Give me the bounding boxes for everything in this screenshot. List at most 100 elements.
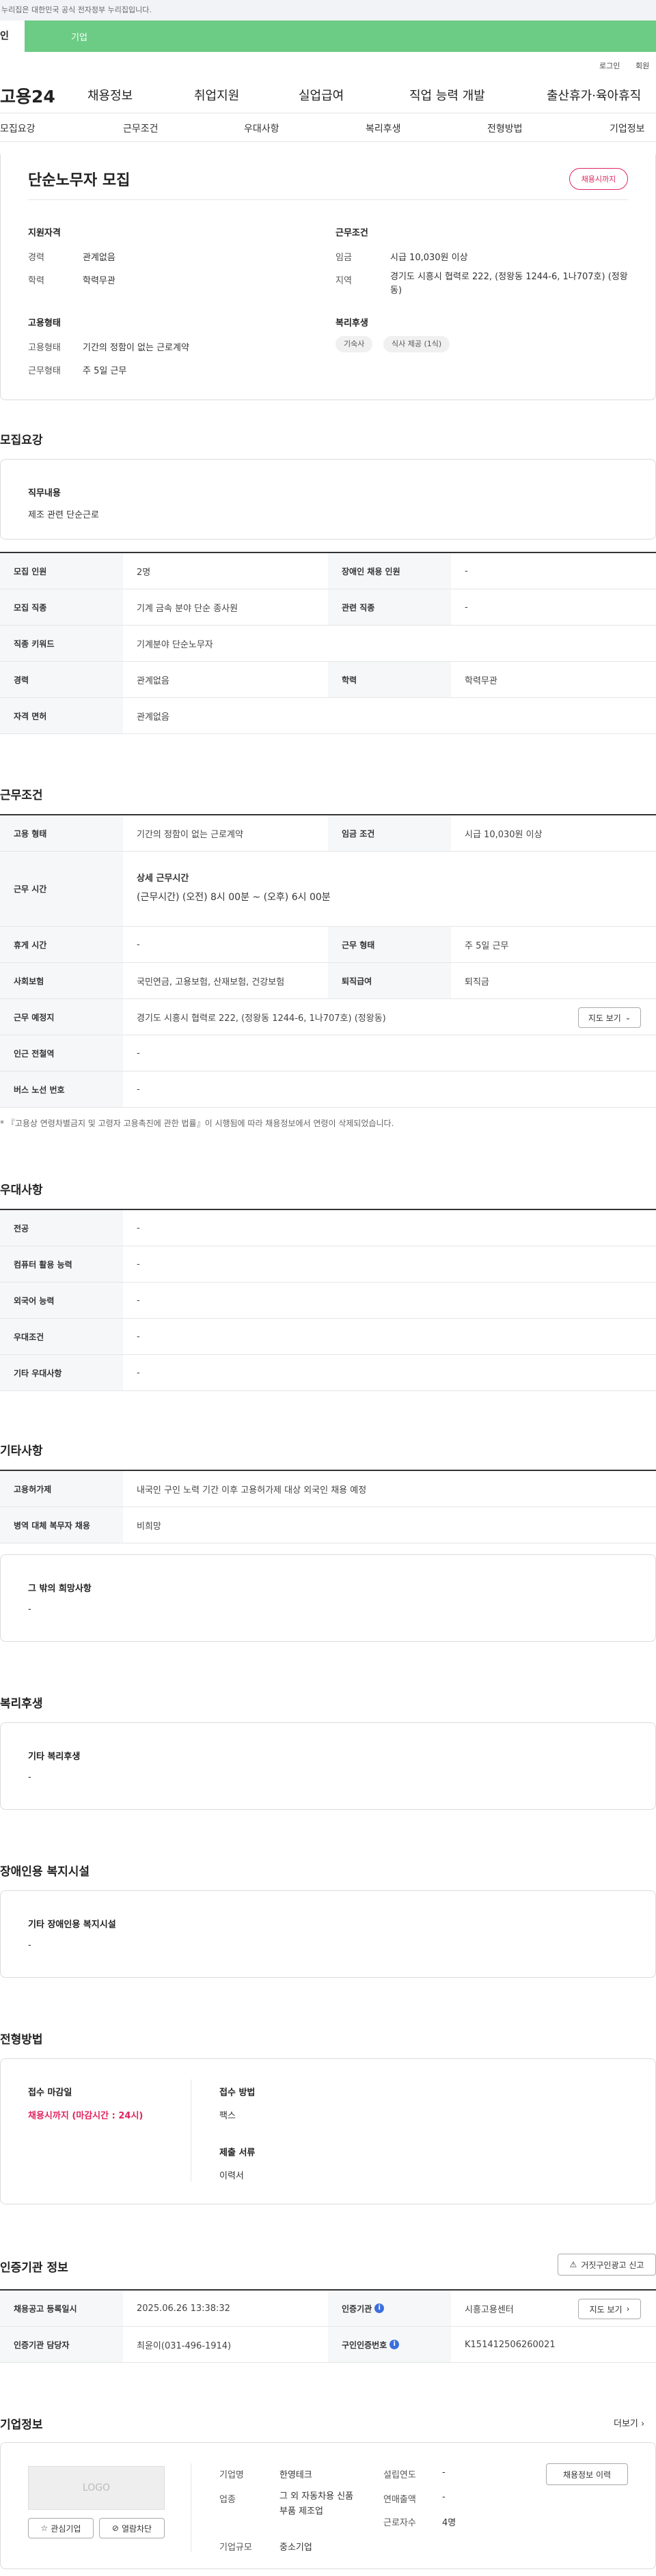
table-row: 채용공고 등록일시 2025.06.26 13:38:32 인증기관 i 시흥고용센… xyxy=(0,2291,656,2327)
row-header: 구인인증번호 i xyxy=(328,2327,451,2362)
row-value: 2명 xyxy=(137,567,151,578)
gnb-item[interactable]: 직업 능력 개발 xyxy=(409,86,485,104)
row-value: - xyxy=(137,939,140,950)
welfare-value: - xyxy=(28,1772,31,1782)
table-row: 근무 시간 상세 근무시간 (근무시간) (오전) 8시 00분 ~ (오후) … xyxy=(0,852,656,927)
star-icon: ☆ xyxy=(40,2523,49,2533)
row-value: - xyxy=(137,1222,140,1233)
agency-map-button[interactable]: 지도 보기 › xyxy=(578,2299,641,2319)
row-header: 근무 형태 xyxy=(328,927,451,962)
row-value: - xyxy=(137,1084,140,1095)
employment-type-label: 고용형태 xyxy=(28,343,61,353)
favorite-company-button[interactable]: ☆ 관심기업 xyxy=(28,2518,94,2538)
row-value: - xyxy=(465,565,468,576)
table-row: 사회보험 국민연금, 고용보험, 산재보험, 건강보험 퇴직급여 퇴직금 xyxy=(0,963,656,999)
table-row: 버스 노선 번호 - xyxy=(0,1072,656,1108)
employees-label: 근로자수 xyxy=(383,2518,416,2528)
tab-company[interactable]: 기업 xyxy=(25,20,656,52)
site-logo[interactable]: 고용24 xyxy=(0,83,55,108)
row-header: 병역 대체 복무자 채용 xyxy=(0,1507,123,1543)
map-view-label: 지도 보기 xyxy=(588,1013,621,1023)
row-value: 관계없음 xyxy=(137,712,169,723)
row-value: - xyxy=(137,1367,140,1378)
gnb-item[interactable]: 취업지원 xyxy=(194,86,239,104)
duty-label: 직무내용 xyxy=(28,488,61,499)
row-value: 관계없음 xyxy=(137,675,169,686)
welfare-tag: 기숙사 xyxy=(336,336,373,352)
work-type-label: 근무형태 xyxy=(28,366,61,376)
row-header: 버스 노선 번호 xyxy=(0,1072,123,1107)
row-value: 경기도 시흥시 협력로 222, (정왕동 1244-6, 1나707호) (정… xyxy=(137,1013,386,1024)
map-view-label: 지도 보기 xyxy=(589,2304,623,2314)
favorite-label: 관심기업 xyxy=(51,2523,81,2534)
login-link[interactable]: 로그인 xyxy=(599,60,620,71)
info-icon[interactable]: i xyxy=(374,2304,385,2313)
table-row: 우대조건 - xyxy=(0,1319,656,1355)
gnb-item[interactable]: 실업급여 xyxy=(299,86,344,104)
hiring-history-button[interactable]: 채용정보 이력 xyxy=(546,2463,628,2485)
company-card: LOGO ☆ 관심기업 ⊘ 열람차단 기업명 한영테크 업종 그 외 자동차용 신품… xyxy=(0,2442,656,2569)
other-wish-value: - xyxy=(28,1604,31,1614)
selection-section-title: 전형방법 xyxy=(0,2033,43,2047)
table-row: 고용허가제 내국인 구인 노력 기간 이후 고용허가제 대상 외국인 채용 예정 xyxy=(0,1471,656,1507)
divider xyxy=(28,199,628,200)
anchor-tab[interactable]: 우대사항 xyxy=(244,122,279,135)
block-company-button[interactable]: ⊘ 열람차단 xyxy=(99,2518,165,2538)
table-row: 모집 인원 2명 장애인 채용 인원 - xyxy=(0,553,656,589)
anchor-tabs: 모집요강 근무조건 우대사항 복리후생 전형방법 기업정보 xyxy=(0,113,656,142)
age-notice: * 『고용상 연령차별금지 및 고령자 고용촉진에 관한 법률』이 시행됨에 따… xyxy=(0,1119,394,1128)
gnb-item[interactable]: 채용정보 xyxy=(87,86,133,104)
row-header: 자격 면허 xyxy=(0,698,123,733)
map-view-button[interactable]: 지도 보기 ⌄ xyxy=(578,1007,641,1028)
duty-card: 직무내용 제조 관련 단순근로 xyxy=(0,459,656,540)
row-header: 임금 조건 xyxy=(328,815,451,851)
more-label: 더보기 xyxy=(614,2419,638,2429)
other-wish-label: 그 밖의 희망사항 xyxy=(28,1584,92,1594)
revenue-value: - xyxy=(442,2492,446,2502)
row-header: 우대조건 xyxy=(0,1319,123,1354)
row-header: 퇴직급여 xyxy=(328,963,451,998)
alert-icon: ⚠ xyxy=(569,2260,577,2269)
table-row: 컴퓨터 활용 능력 - xyxy=(0,1246,656,1283)
global-nav: 고용24 채용정보 취업지원 실업급여 직업 능력 개발 출산휴가·육아휴직 xyxy=(0,72,656,113)
tab-individual[interactable]: 인 xyxy=(0,20,25,52)
row-header: 인증기관 담당자 xyxy=(0,2327,123,2362)
row-value: 주 5일 근무 xyxy=(465,940,509,951)
row-header: 컴퓨터 활용 능력 xyxy=(0,1246,123,1282)
deadline-badge: 채용시까지 xyxy=(569,168,628,190)
row-value: 학력무관 xyxy=(465,675,497,686)
anchor-tab[interactable]: 모집요강 xyxy=(0,122,36,135)
job-summary-card: 단순노무자 모집 채용시까지 지원자격 경력 관계없음 학력 학력무관 근무조건… xyxy=(0,154,656,400)
info-icon[interactable]: i xyxy=(390,2340,400,2349)
join-link[interactable]: 회원 xyxy=(636,60,649,71)
report-button[interactable]: ⚠ 거짓구인광고 신고 xyxy=(558,2254,656,2276)
gnb-item[interactable]: 출산휴가·육아휴직 xyxy=(547,86,641,104)
row-header: 근무 시간 xyxy=(0,852,123,926)
deadline-label: 접수 마감일 xyxy=(28,2088,72,2098)
anchor-tab[interactable]: 근무조건 xyxy=(123,122,159,135)
disabled-label: 기타 장애인용 복지시설 xyxy=(28,1920,116,1930)
row-value: - xyxy=(137,1048,140,1059)
row-header: 인근 전철역 xyxy=(0,1035,123,1071)
industry-label: 업종 xyxy=(219,2495,236,2505)
row-header: 학력 xyxy=(328,662,451,697)
pref-table: 전공 - 컴퓨터 활용 능력 - 외국어 능력 - 우대조건 - 기타 우대사항 - xyxy=(0,1209,656,1391)
row-value: 국민연금, 고용보험, 산재보험, 건강보험 xyxy=(137,977,285,988)
row-value: - xyxy=(137,1259,140,1270)
more-link[interactable]: 더보기 › xyxy=(614,2416,644,2429)
employment-heading: 고용형태 xyxy=(28,318,61,328)
row-header: 고용 형태 xyxy=(0,815,123,851)
util-bar: 로그인 회원 xyxy=(0,52,656,72)
anchor-tab[interactable]: 복리후생 xyxy=(366,122,401,135)
region-label: 지역 xyxy=(336,276,352,286)
tab-company-label: 기업 xyxy=(71,33,87,43)
block-label: 열람차단 xyxy=(121,2523,152,2534)
revenue-label: 연매출액 xyxy=(383,2495,416,2505)
anchor-tab[interactable]: 기업정보 xyxy=(610,122,645,135)
company-size-value: 중소기업 xyxy=(279,2543,312,2553)
condition-heading: 근무조건 xyxy=(336,228,368,238)
report-label: 거짓구인광고 신고 xyxy=(581,2260,644,2270)
anchor-tab[interactable]: 전형방법 xyxy=(487,122,523,135)
row-value: 기계 금속 분야 단순 종사원 xyxy=(137,603,238,614)
cert-agency-label: 인증기관 xyxy=(342,2304,372,2314)
